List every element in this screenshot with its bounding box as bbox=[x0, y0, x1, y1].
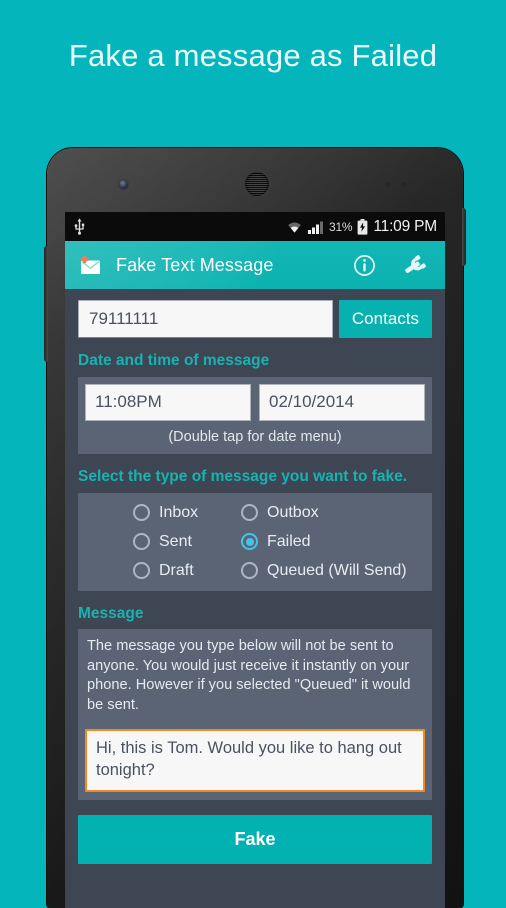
phone-number-input[interactable]: 79111111 bbox=[78, 300, 333, 338]
recipient-row: 79111111 Contacts bbox=[65, 289, 445, 338]
usb-icon bbox=[74, 218, 85, 235]
time-input[interactable]: 11:08PM bbox=[85, 383, 251, 421]
wifi-icon bbox=[286, 220, 303, 234]
radio-label: Queued (Will Send) bbox=[267, 561, 407, 579]
message-type-section-label: Select the type of message you want to f… bbox=[78, 467, 408, 485]
radio-option-draft[interactable]: Draft bbox=[133, 562, 241, 580]
message-section-label: Message bbox=[78, 604, 144, 622]
fake-submit-button[interactable]: Fake bbox=[78, 814, 432, 864]
radio-label: Outbox bbox=[267, 503, 319, 521]
radio-label: Failed bbox=[267, 532, 311, 550]
fake-message-form: 79111111 Contacts Date and time of messa… bbox=[65, 289, 445, 908]
radio-option-outbox[interactable]: Outbox bbox=[241, 504, 425, 522]
phone-screen: 31% 11:09 PM Fake Text Message 79111111 … bbox=[65, 212, 445, 908]
radio-indicator-icon bbox=[241, 504, 258, 522]
page-title: Fake a message as Failed bbox=[68, 38, 438, 73]
android-status-bar: 31% 11:09 PM bbox=[65, 212, 445, 241]
phone-device-frame: 31% 11:09 PM Fake Text Message 79111111 … bbox=[44, 148, 466, 908]
battery-charging-icon bbox=[357, 218, 368, 235]
datetime-hint: (Double tap for date menu) bbox=[168, 428, 342, 445]
battery-percent-label: 31% bbox=[328, 219, 353, 234]
date-input[interactable]: 02/10/2014 bbox=[259, 383, 425, 421]
radio-option-failed[interactable]: Failed bbox=[241, 533, 425, 551]
radio-option-sent[interactable]: Sent bbox=[133, 533, 241, 551]
radio-indicator-icon bbox=[133, 562, 150, 580]
contacts-button[interactable]: Contacts bbox=[338, 300, 432, 338]
datetime-panel: 11:08PM 02/10/2014 (Double tap for date … bbox=[78, 376, 432, 454]
app-action-bar: Fake Text Message bbox=[65, 241, 445, 289]
app-title: Fake Text Message bbox=[116, 254, 274, 275]
message-type-panel: Inbox Outbox Sent Failed Draft Queued (W… bbox=[78, 492, 432, 591]
earpiece-speaker-icon bbox=[245, 172, 269, 196]
message-body-input[interactable]: Hi, this is Tom. Would you like to hang … bbox=[85, 729, 425, 792]
radio-indicator-icon bbox=[133, 504, 150, 522]
radio-indicator-icon bbox=[241, 562, 258, 580]
radio-label: Sent bbox=[159, 532, 192, 550]
radio-indicator-icon bbox=[133, 533, 150, 551]
radio-option-inbox[interactable]: Inbox bbox=[133, 504, 241, 522]
radio-option-queued[interactable]: Queued (Will Send) bbox=[241, 562, 425, 580]
proximity-sensor-icon bbox=[385, 182, 415, 188]
radio-label: Inbox bbox=[159, 503, 199, 521]
info-icon[interactable] bbox=[353, 254, 376, 277]
message-description: The message you type below will not be s… bbox=[78, 629, 432, 725]
front-camera-icon bbox=[119, 180, 128, 189]
datetime-section-label: Date and time of message bbox=[78, 352, 270, 369]
cellular-signal-icon bbox=[307, 220, 324, 234]
new-message-envelope-icon bbox=[76, 253, 105, 277]
wrench-icon[interactable] bbox=[402, 254, 429, 277]
power-button[interactable] bbox=[462, 208, 466, 266]
volume-button[interactable] bbox=[44, 246, 48, 362]
radio-label: Draft bbox=[159, 561, 194, 579]
status-bar-clock: 11:09 PM bbox=[373, 217, 437, 235]
radio-indicator-selected-icon bbox=[241, 533, 258, 551]
phone-top-bezel bbox=[47, 148, 463, 214]
message-input-wrapper: Hi, this is Tom. Would you like to hang … bbox=[78, 724, 432, 800]
